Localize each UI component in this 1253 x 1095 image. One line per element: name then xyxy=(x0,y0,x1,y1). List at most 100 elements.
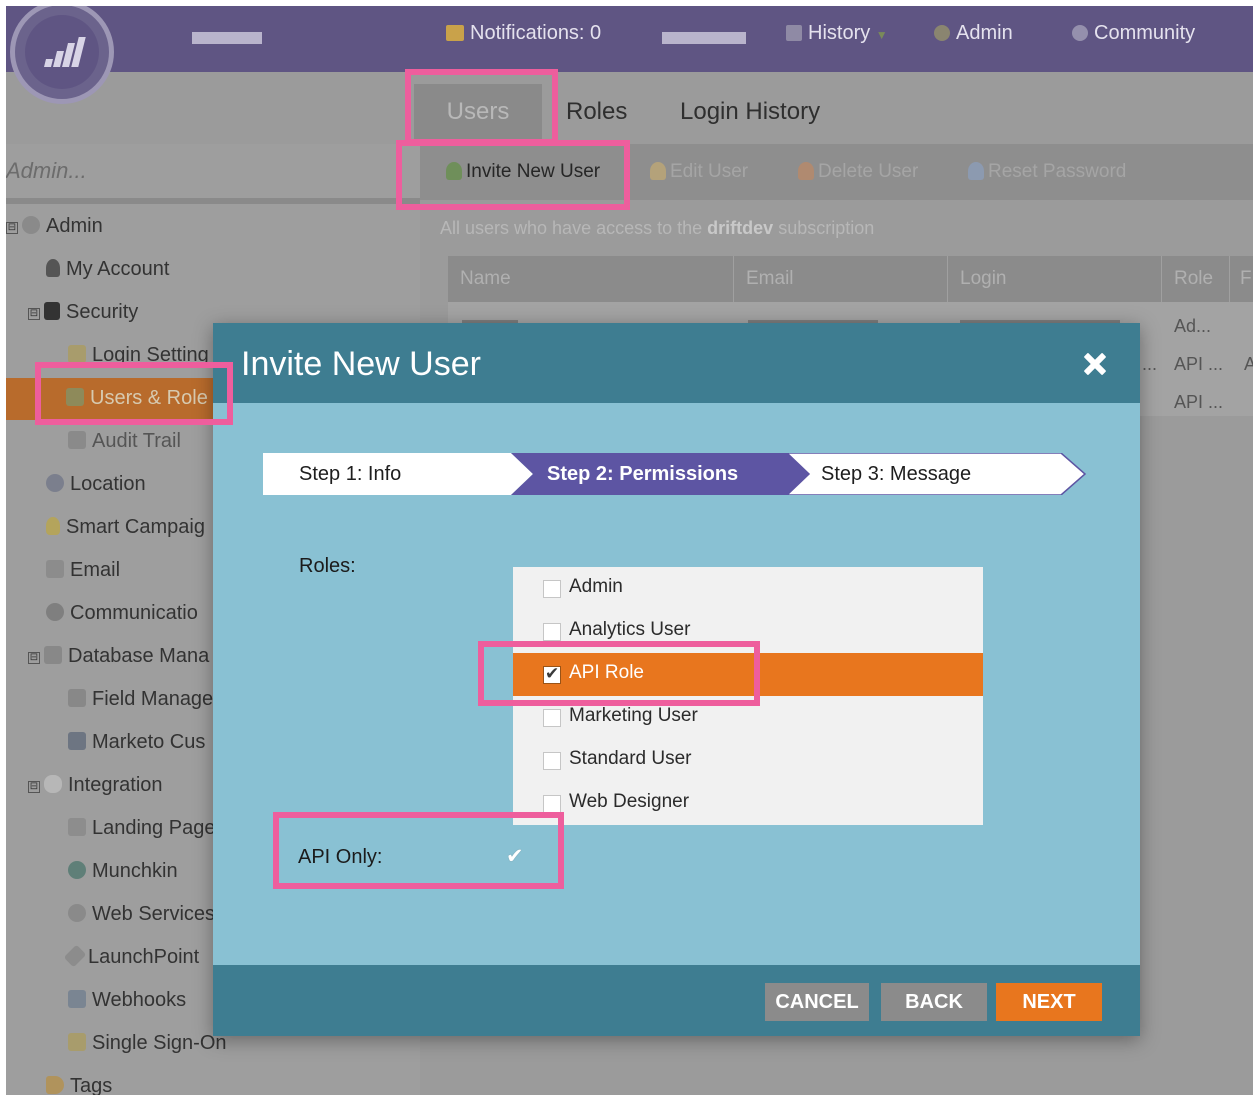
admin-search-input[interactable]: Admin... xyxy=(6,158,87,184)
invite-new-user-label: Invite New User xyxy=(466,161,601,182)
subscription-description: All users who have access to the driftde… xyxy=(440,218,874,239)
sidebar-item-label: Integration xyxy=(68,774,163,796)
collapse-toggle-icon[interactable]: ⊟ xyxy=(28,781,40,793)
checkbox[interactable] xyxy=(543,752,561,770)
column-header-name[interactable]: Name xyxy=(448,256,734,302)
edit-user-label: Edit User xyxy=(670,161,749,182)
back-button[interactable]: BACK xyxy=(881,983,987,1021)
table-row-extra: A xyxy=(1244,354,1253,374)
sidebar-item-label: LaunchPoint xyxy=(88,946,200,968)
sidebar-item-label: Database Mana xyxy=(68,645,210,667)
tab-users[interactable]: Users xyxy=(414,84,542,146)
sidebar-item-tags[interactable]: Tags xyxy=(46,1066,112,1095)
webservices-icon xyxy=(68,904,86,922)
close-icon[interactable] xyxy=(1082,351,1108,377)
subscription-suffix: subscription xyxy=(778,218,875,238)
invite-new-user-dialog: Invite New User Step 1: Info Step 2: Per… xyxy=(213,323,1140,1036)
api-only-checkbox[interactable] xyxy=(506,844,528,868)
subscription-name: driftdev xyxy=(707,218,774,238)
role-option-admin[interactable]: Admin xyxy=(513,567,983,610)
sidebar-item-label: Field Manage xyxy=(92,688,214,710)
checkbox-checked[interactable] xyxy=(543,664,561,684)
sidebar-item-marketo-custom[interactable]: Marketo Cus xyxy=(68,722,205,764)
sidebar-item-label: Munchkin xyxy=(92,860,178,882)
sidebar-item-single-sign-on[interactable]: Single Sign-On xyxy=(68,1023,227,1065)
table-row-role: API ... xyxy=(1174,354,1224,374)
checkbox[interactable] xyxy=(543,623,561,641)
cancel-button[interactable]: CANCEL xyxy=(765,983,869,1021)
sidebar-item-smart-campaign[interactable]: Smart Campaig xyxy=(46,507,205,549)
history-menu[interactable]: History ▼ xyxy=(786,22,888,45)
column-header-email[interactable]: Email xyxy=(734,256,948,302)
collapse-toggle-icon[interactable]: ⊟ xyxy=(28,652,40,664)
roles-label: Roles: xyxy=(299,555,356,577)
delete-user-label: Delete User xyxy=(818,161,919,182)
column-header-f[interactable]: F xyxy=(1230,256,1253,302)
checkbox[interactable] xyxy=(543,709,561,727)
sidebar-item-email[interactable]: Email xyxy=(46,550,120,592)
sidebar-item-web-services[interactable]: Web Services xyxy=(68,894,215,936)
history-icon xyxy=(786,25,802,41)
sidebar-divider xyxy=(6,198,420,204)
sidebar-item-communication[interactable]: Communicatio xyxy=(46,593,198,635)
sidebar-item-munchkin[interactable]: Munchkin xyxy=(68,851,178,893)
column-header-login[interactable]: Login xyxy=(948,256,1162,302)
table-row-role: API ... xyxy=(1174,392,1224,412)
collapse-toggle-icon[interactable]: ⊟ xyxy=(28,308,40,320)
sidebar-item-my-account[interactable]: My Account xyxy=(46,249,169,291)
page-icon xyxy=(68,818,86,836)
sidebar-item-webhooks[interactable]: Webhooks xyxy=(68,980,186,1022)
cloud-icon xyxy=(44,775,62,793)
gear-icon xyxy=(22,216,40,234)
reset-password-button[interactable]: Reset Password xyxy=(968,161,1126,183)
sidebar-item-integration[interactable]: ⊟ Integration xyxy=(28,765,163,807)
role-option-api-role[interactable]: API Role xyxy=(513,653,983,696)
sidebar-item-label: Web Services xyxy=(92,903,216,925)
role-label: Marketing User xyxy=(569,705,698,726)
dialog-footer: CANCEL BACK NEXT xyxy=(213,965,1140,1036)
webhooks-icon xyxy=(68,990,86,1008)
role-option-standard-user[interactable]: Standard User xyxy=(513,739,983,782)
sidebar-item-location[interactable]: Location xyxy=(46,464,146,506)
sidebar-item-security[interactable]: ⊟ Security xyxy=(28,292,138,334)
lightbulb-icon xyxy=(46,517,60,535)
collapse-toggle-icon[interactable]: ⊟ xyxy=(6,222,18,234)
sidebar-item-audit-trail[interactable]: Audit Trail xyxy=(68,421,181,463)
dialog-header: Invite New User xyxy=(213,323,1140,403)
sidebar-item-field-management[interactable]: Field Manage xyxy=(68,679,213,721)
redacted-workspace-name xyxy=(192,32,262,44)
tab-login-history[interactable]: Login History xyxy=(680,98,820,126)
top-navigation-bar: Notifications: 0 History ▼ Admin Communi… xyxy=(6,6,1253,72)
invite-new-user-button[interactable]: Invite New User xyxy=(446,161,600,183)
edit-user-button[interactable]: Edit User xyxy=(650,161,748,183)
role-option-analytics-user[interactable]: Analytics User xyxy=(513,610,983,653)
next-button[interactable]: NEXT xyxy=(996,983,1102,1021)
wizard-steps: Step 1: Info Step 2: Permissions Step 3:… xyxy=(263,453,1093,495)
sidebar-item-login-settings[interactable]: Login Setting xyxy=(68,335,209,377)
sidebar-item-label: My Account xyxy=(66,258,170,280)
role-label: Web Designer xyxy=(569,791,690,812)
checkbox[interactable] xyxy=(543,795,561,813)
notifications-link[interactable]: Notifications: 0 xyxy=(446,22,601,45)
sidebar-item-launchpoint[interactable]: LaunchPoint xyxy=(63,937,200,979)
role-option-marketing-user[interactable]: Marketing User xyxy=(513,696,983,739)
role-option-web-designer[interactable]: Web Designer xyxy=(513,782,983,825)
sidebar-item-label: Login Setting xyxy=(92,344,209,366)
sidebar-item-landing-pages[interactable]: Landing Page xyxy=(68,808,215,850)
sidebar-item-label: Location xyxy=(70,473,146,495)
dialog-title: Invite New User xyxy=(241,345,481,383)
column-header-role[interactable]: Role xyxy=(1162,256,1230,302)
audit-icon xyxy=(68,431,86,449)
sidebar-item-admin[interactable]: ⊟ Admin xyxy=(6,206,103,248)
rocket-icon xyxy=(63,944,87,968)
checkbox[interactable] xyxy=(543,580,561,598)
table-row-role: Ad... xyxy=(1174,316,1212,336)
sidebar-item-database-management[interactable]: ⊟ Database Mana xyxy=(28,636,209,678)
community-link[interactable]: Community xyxy=(1072,22,1195,45)
delete-user-button[interactable]: Delete User xyxy=(798,161,918,183)
admin-link[interactable]: Admin xyxy=(934,22,1013,45)
history-label: History xyxy=(808,22,871,44)
tab-roles[interactable]: Roles xyxy=(566,98,627,126)
sidebar-item-label: Security xyxy=(66,301,139,323)
step-message: Step 3: Message xyxy=(821,463,972,485)
